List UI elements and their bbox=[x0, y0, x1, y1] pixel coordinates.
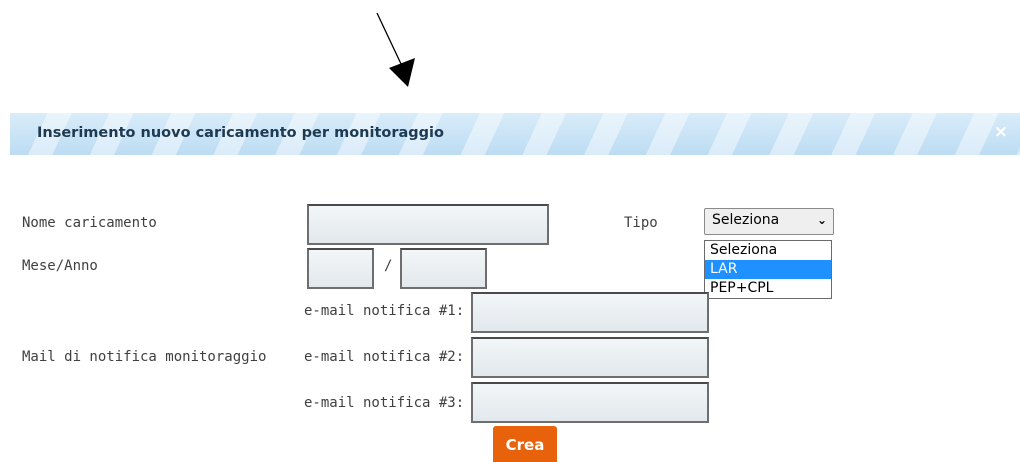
tipo-select-value: Seleziona bbox=[712, 212, 780, 228]
mese-anno-separator: / bbox=[384, 258, 393, 274]
tipo-dropdown-list: Seleziona LAR PEP+CPL bbox=[704, 240, 832, 299]
nome-caricamento-input[interactable] bbox=[307, 204, 549, 245]
anno-input[interactable] bbox=[400, 248, 487, 289]
email-notifica-3-input[interactable] bbox=[471, 382, 709, 423]
dialog-header: Inserimento nuovo caricamento per monito… bbox=[10, 113, 1020, 155]
crea-button[interactable]: Crea bbox=[493, 426, 557, 462]
email-notifica-2-input[interactable] bbox=[471, 337, 709, 378]
email-notifica-1-label: e-mail notifica #1: bbox=[304, 303, 465, 319]
email-notifica-2-label: e-mail notifica #2: bbox=[304, 349, 465, 365]
close-icon[interactable]: × bbox=[994, 122, 1008, 142]
mese-input[interactable] bbox=[307, 248, 374, 289]
tipo-option-lar[interactable]: LAR bbox=[705, 260, 831, 279]
tipo-select[interactable]: Seleziona ⌄ bbox=[704, 208, 834, 235]
nome-caricamento-label: Nome caricamento bbox=[22, 215, 157, 231]
annotation-arrow bbox=[376, 12, 415, 87]
tipo-label: Tipo bbox=[624, 215, 658, 231]
email-notifica-3-label: e-mail notifica #3: bbox=[304, 395, 465, 411]
mail-notifica-label: Mail di notifica monitoraggio bbox=[22, 349, 267, 365]
email-notifica-1-input[interactable] bbox=[471, 292, 709, 333]
mese-anno-label: Mese/Anno bbox=[22, 258, 98, 274]
dialog-title: Inserimento nuovo caricamento per monito… bbox=[37, 125, 444, 141]
chevron-down-icon: ⌄ bbox=[816, 213, 827, 227]
tipo-option-pep-cpl[interactable]: PEP+CPL bbox=[705, 279, 831, 298]
tipo-option-seleziona[interactable]: Seleziona bbox=[705, 241, 831, 260]
